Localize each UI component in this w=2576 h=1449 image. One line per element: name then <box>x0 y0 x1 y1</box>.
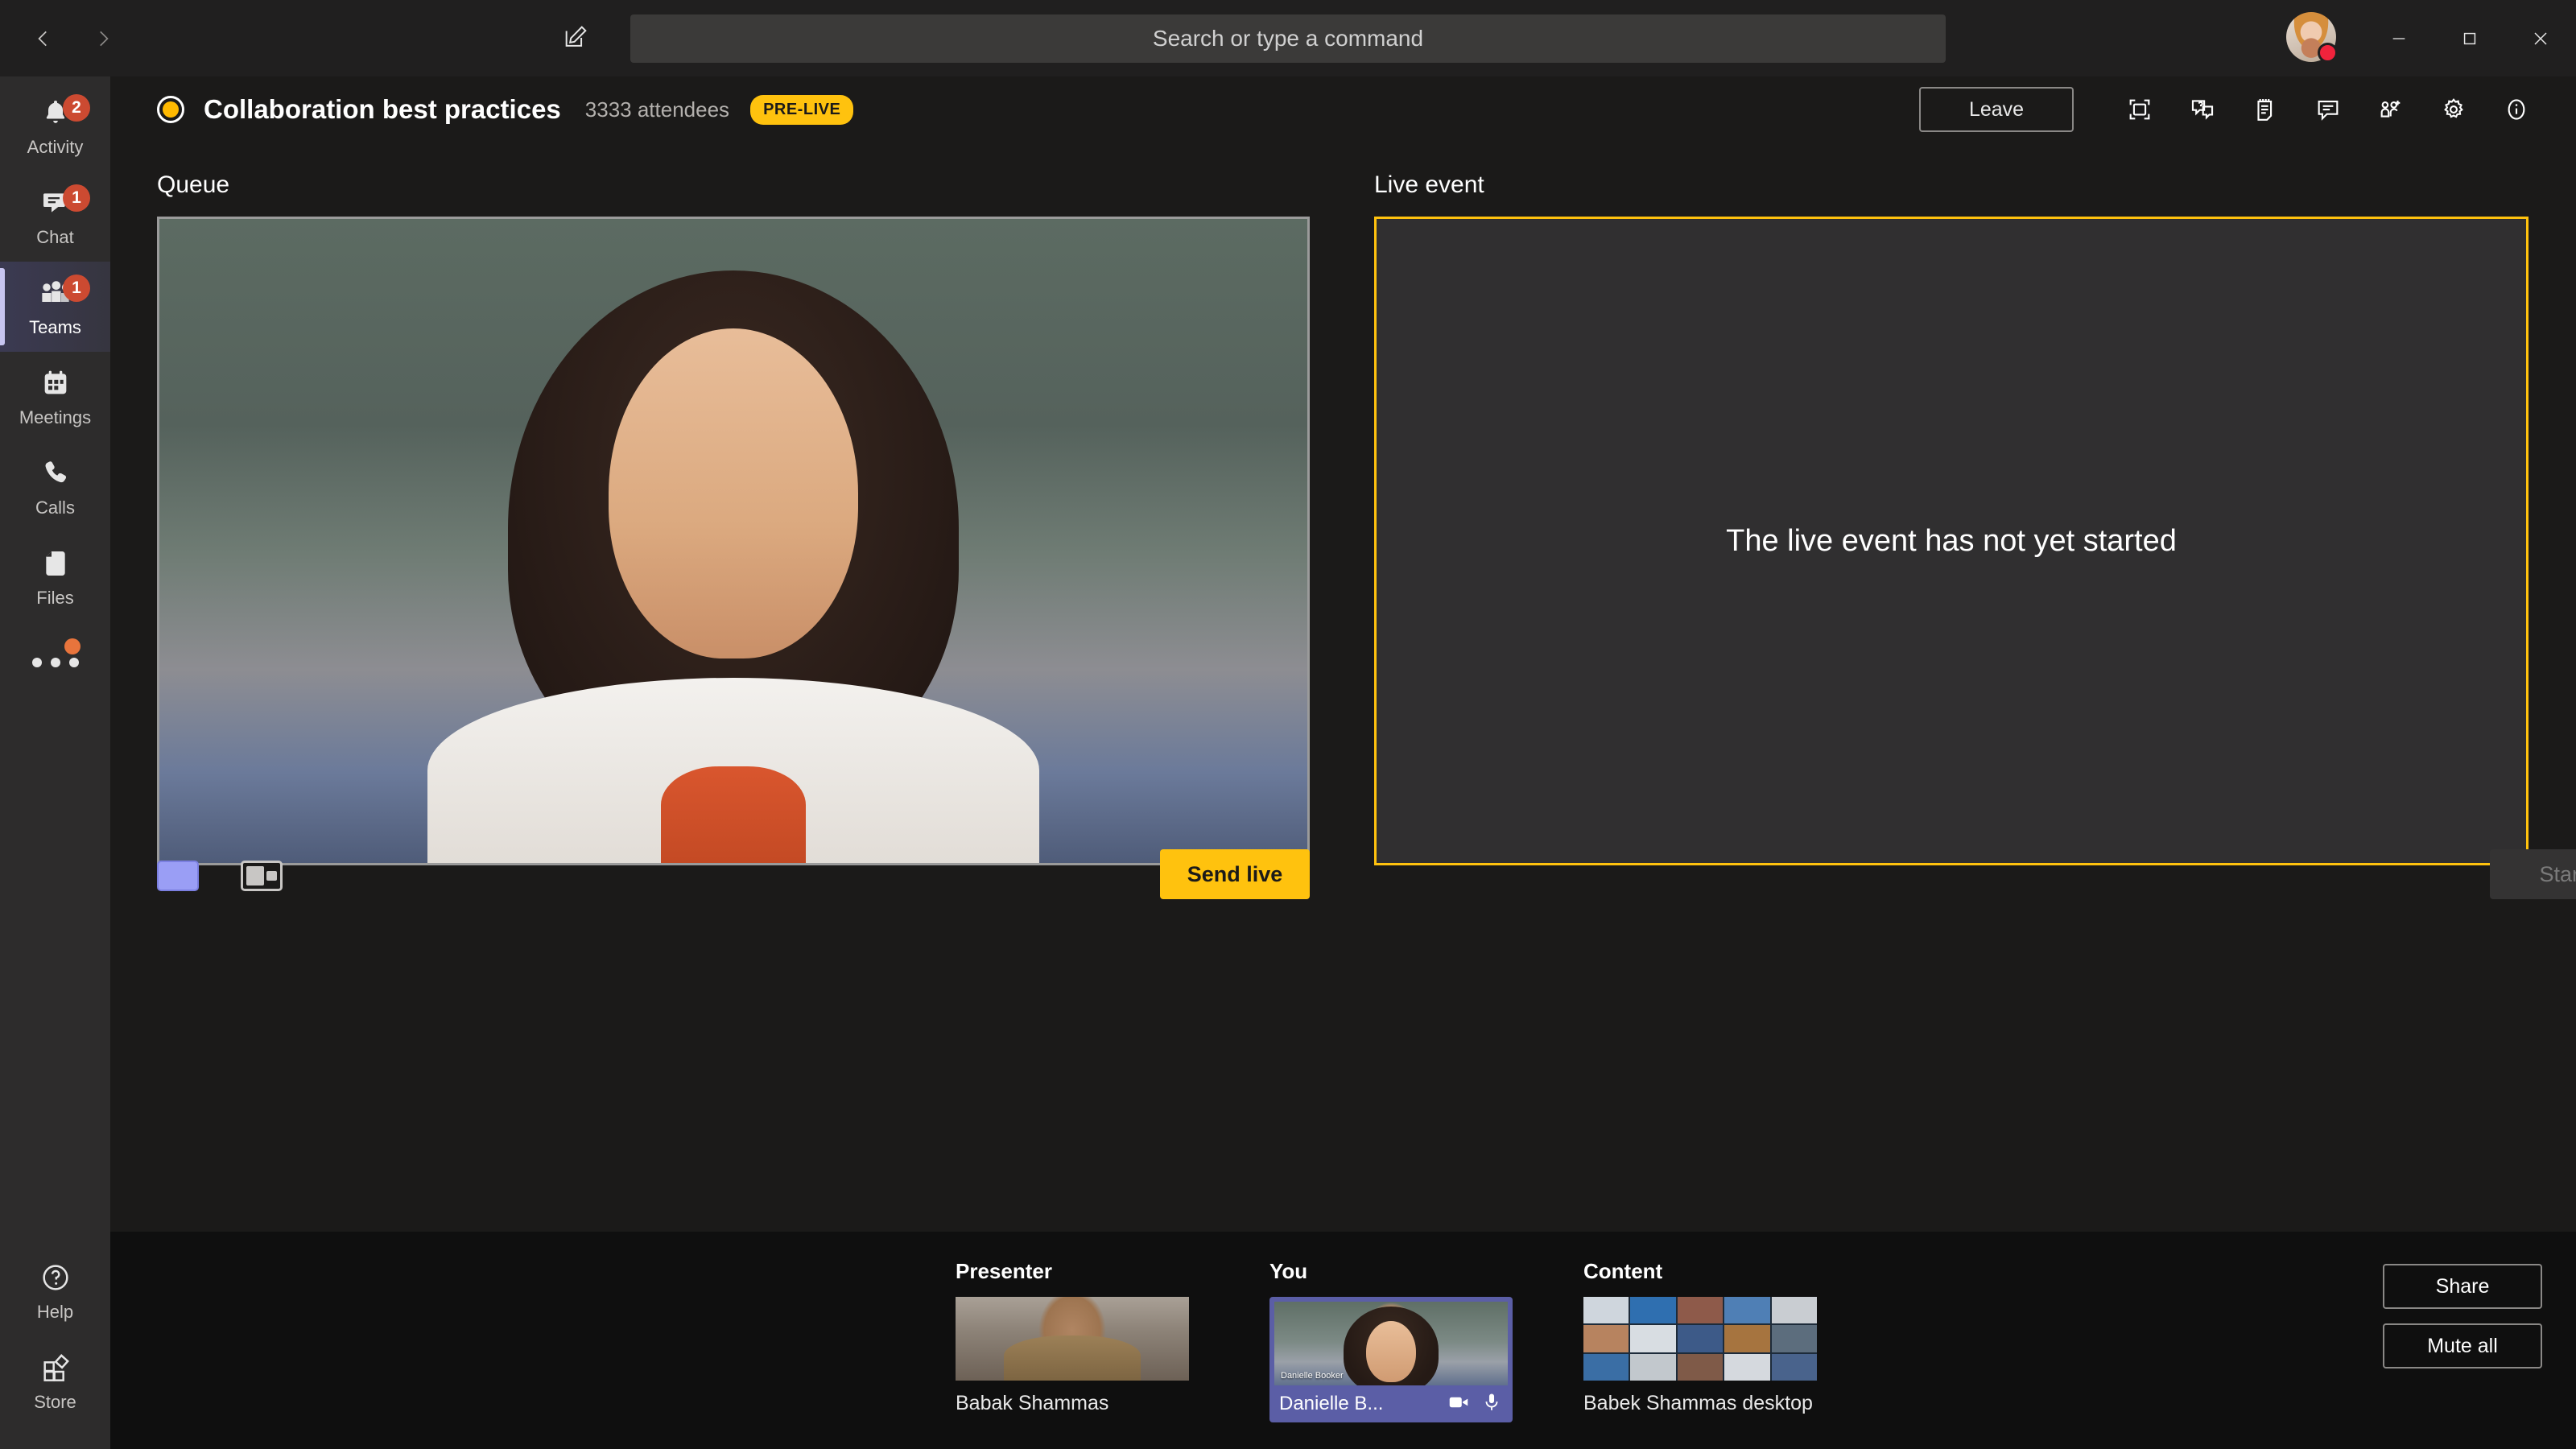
sidebar-item-label: Files <box>36 588 74 608</box>
live-event-stage: The live event has not yet started <box>1374 217 2529 865</box>
layout-picture-in-picture-option[interactable] <box>241 861 283 891</box>
queue-title: Queue <box>157 171 230 198</box>
queue-video-preview[interactable] <box>157 217 1310 865</box>
event-actions: Leave <box>1919 76 2542 142</box>
sidebar-item-files[interactable]: Files <box>0 532 110 622</box>
rail-bottom-group: Help Store <box>0 1246 110 1426</box>
more-dots-icon[interactable] <box>0 622 110 703</box>
sidebar-item-label: Teams <box>29 317 81 337</box>
queue-controls: Send live <box>157 849 1310 914</box>
avatar[interactable] <box>2286 12 2338 63</box>
tray-group-you: You Danielle Booker Danielle B... <box>1269 1259 1513 1422</box>
send-live-button[interactable]: Send live <box>1160 849 1310 899</box>
attendee-count: 3333 attendees <box>584 97 730 122</box>
sidebar-item-help[interactable]: Help <box>0 1246 110 1336</box>
back-button[interactable] <box>23 18 64 60</box>
search-input[interactable]: Search or type a command <box>630 14 1946 63</box>
portrait-face-shape <box>609 328 858 658</box>
self-thumbnail[interactable]: Danielle Booker <box>1274 1302 1508 1385</box>
live-event-title: Live event <box>1374 171 1484 198</box>
sidebar-item-label: Meetings <box>19 407 92 427</box>
event-header: Collaboration best practices 3333 attend… <box>110 76 2576 142</box>
live-event-panel: Live event The live event has not yet st… <box>1374 171 2529 865</box>
sidebar-item-label: Calls <box>35 497 75 518</box>
chat-badge: 1 <box>63 184 90 212</box>
start-button[interactable]: Start <box>2490 849 2576 899</box>
portrait-accent-shape <box>661 766 806 863</box>
activity-badge: 2 <box>63 94 90 122</box>
content-thumbnail[interactable] <box>1583 1297 1817 1381</box>
sidebar-item-teams[interactable]: Teams 1 <box>0 262 110 352</box>
more-notification-dot <box>64 638 80 654</box>
queue-panel: Queue <box>157 171 1310 865</box>
window-controls <box>2363 0 2576 76</box>
phone-icon <box>39 457 72 493</box>
self-thumbnail-caption: Danielle Booker <box>1281 1371 1344 1381</box>
tray-group-label: You <box>1269 1259 1308 1283</box>
participant-tray: Presenter Babak Shammas You Danielle Boo… <box>110 1232 2576 1449</box>
info-icon[interactable] <box>2491 84 2542 135</box>
sidebar-item-label: Store <box>34 1392 76 1412</box>
camera-icon[interactable] <box>1447 1390 1471 1418</box>
teams-badge: 1 <box>63 275 90 302</box>
microphone-icon[interactable] <box>1480 1391 1503 1418</box>
qna-icon[interactable] <box>2177 84 2228 135</box>
status-badge: PRE-LIVE <box>750 94 854 125</box>
status-badge <box>2318 43 2338 63</box>
settings-gear-icon[interactable] <box>2428 84 2479 135</box>
self-face-shape <box>1366 1321 1416 1382</box>
help-circle-icon <box>39 1261 72 1298</box>
add-participant-icon[interactable] <box>2365 84 2417 135</box>
tray-group-presenter: Presenter Babak Shammas <box>956 1259 1189 1415</box>
more-dots-glyph <box>31 658 79 667</box>
self-name: Danielle B... <box>1279 1393 1384 1414</box>
sidebar-item-chat[interactable]: Chat 1 <box>0 171 110 262</box>
sidebar-item-label: Help <box>36 1302 74 1322</box>
queue-video-image <box>159 219 1307 863</box>
presenter-name: Babak Shammas <box>956 1392 1109 1414</box>
layout-single-option[interactable] <box>157 861 199 891</box>
recording-dot-icon <box>157 96 184 123</box>
presenter-thumbnail[interactable] <box>956 1297 1189 1381</box>
main-content: Collaboration best practices 3333 attend… <box>110 76 2576 1449</box>
sidebar-item-activity[interactable]: Activity 2 <box>0 81 110 171</box>
app-rail: Activity 2 Chat 1 Teams 1 Meetings Calls <box>0 76 110 1449</box>
pip-main-region <box>246 866 265 886</box>
share-button[interactable]: Share <box>2383 1264 2542 1309</box>
calendar-icon <box>39 367 72 403</box>
self-name-bar: Danielle B... <box>1274 1385 1508 1422</box>
notes-icon[interactable] <box>2240 84 2291 135</box>
sidebar-item-meetings[interactable]: Meetings <box>0 352 110 442</box>
sidebar-item-calls[interactable]: Calls <box>0 442 110 532</box>
mute-all-button[interactable]: Mute all <box>2383 1323 2542 1368</box>
leave-button[interactable]: Leave <box>1919 87 2074 132</box>
minimize-button[interactable] <box>2363 0 2434 76</box>
tray-group-label: Content <box>1583 1259 1663 1283</box>
compose-pencil-icon[interactable] <box>552 14 599 61</box>
maximize-button[interactable] <box>2434 0 2505 76</box>
sidebar-item-label: Chat <box>36 227 74 247</box>
full-screen-icon[interactable] <box>2114 84 2165 135</box>
tray-group-label: Presenter <box>956 1259 1052 1283</box>
live-event-message: The live event has not yet started <box>1726 523 2177 558</box>
page-title: Collaboration best practices <box>204 94 561 124</box>
content-name: Babek Shammas desktop <box>1583 1392 1813 1414</box>
store-icon <box>39 1352 72 1388</box>
sidebar-item-label: Activity <box>27 137 84 157</box>
self-video-card[interactable]: Danielle Booker Danielle B... <box>1269 1297 1513 1422</box>
tray-actions: Share Mute all <box>2383 1264 2542 1368</box>
search-placeholder: Search or type a command <box>1152 26 1424 51</box>
navigation-arrows <box>23 18 124 60</box>
file-icon <box>39 547 72 584</box>
pip-inset-region <box>266 871 277 881</box>
tray-group-content: Content Babek Shammas desktop <box>1583 1259 1817 1415</box>
forward-button[interactable] <box>82 18 124 60</box>
chat-icon[interactable] <box>2302 84 2354 135</box>
window-titlebar: Search or type a command <box>0 0 2576 76</box>
close-button[interactable] <box>2505 0 2576 76</box>
sidebar-item-store[interactable]: Store <box>0 1336 110 1426</box>
